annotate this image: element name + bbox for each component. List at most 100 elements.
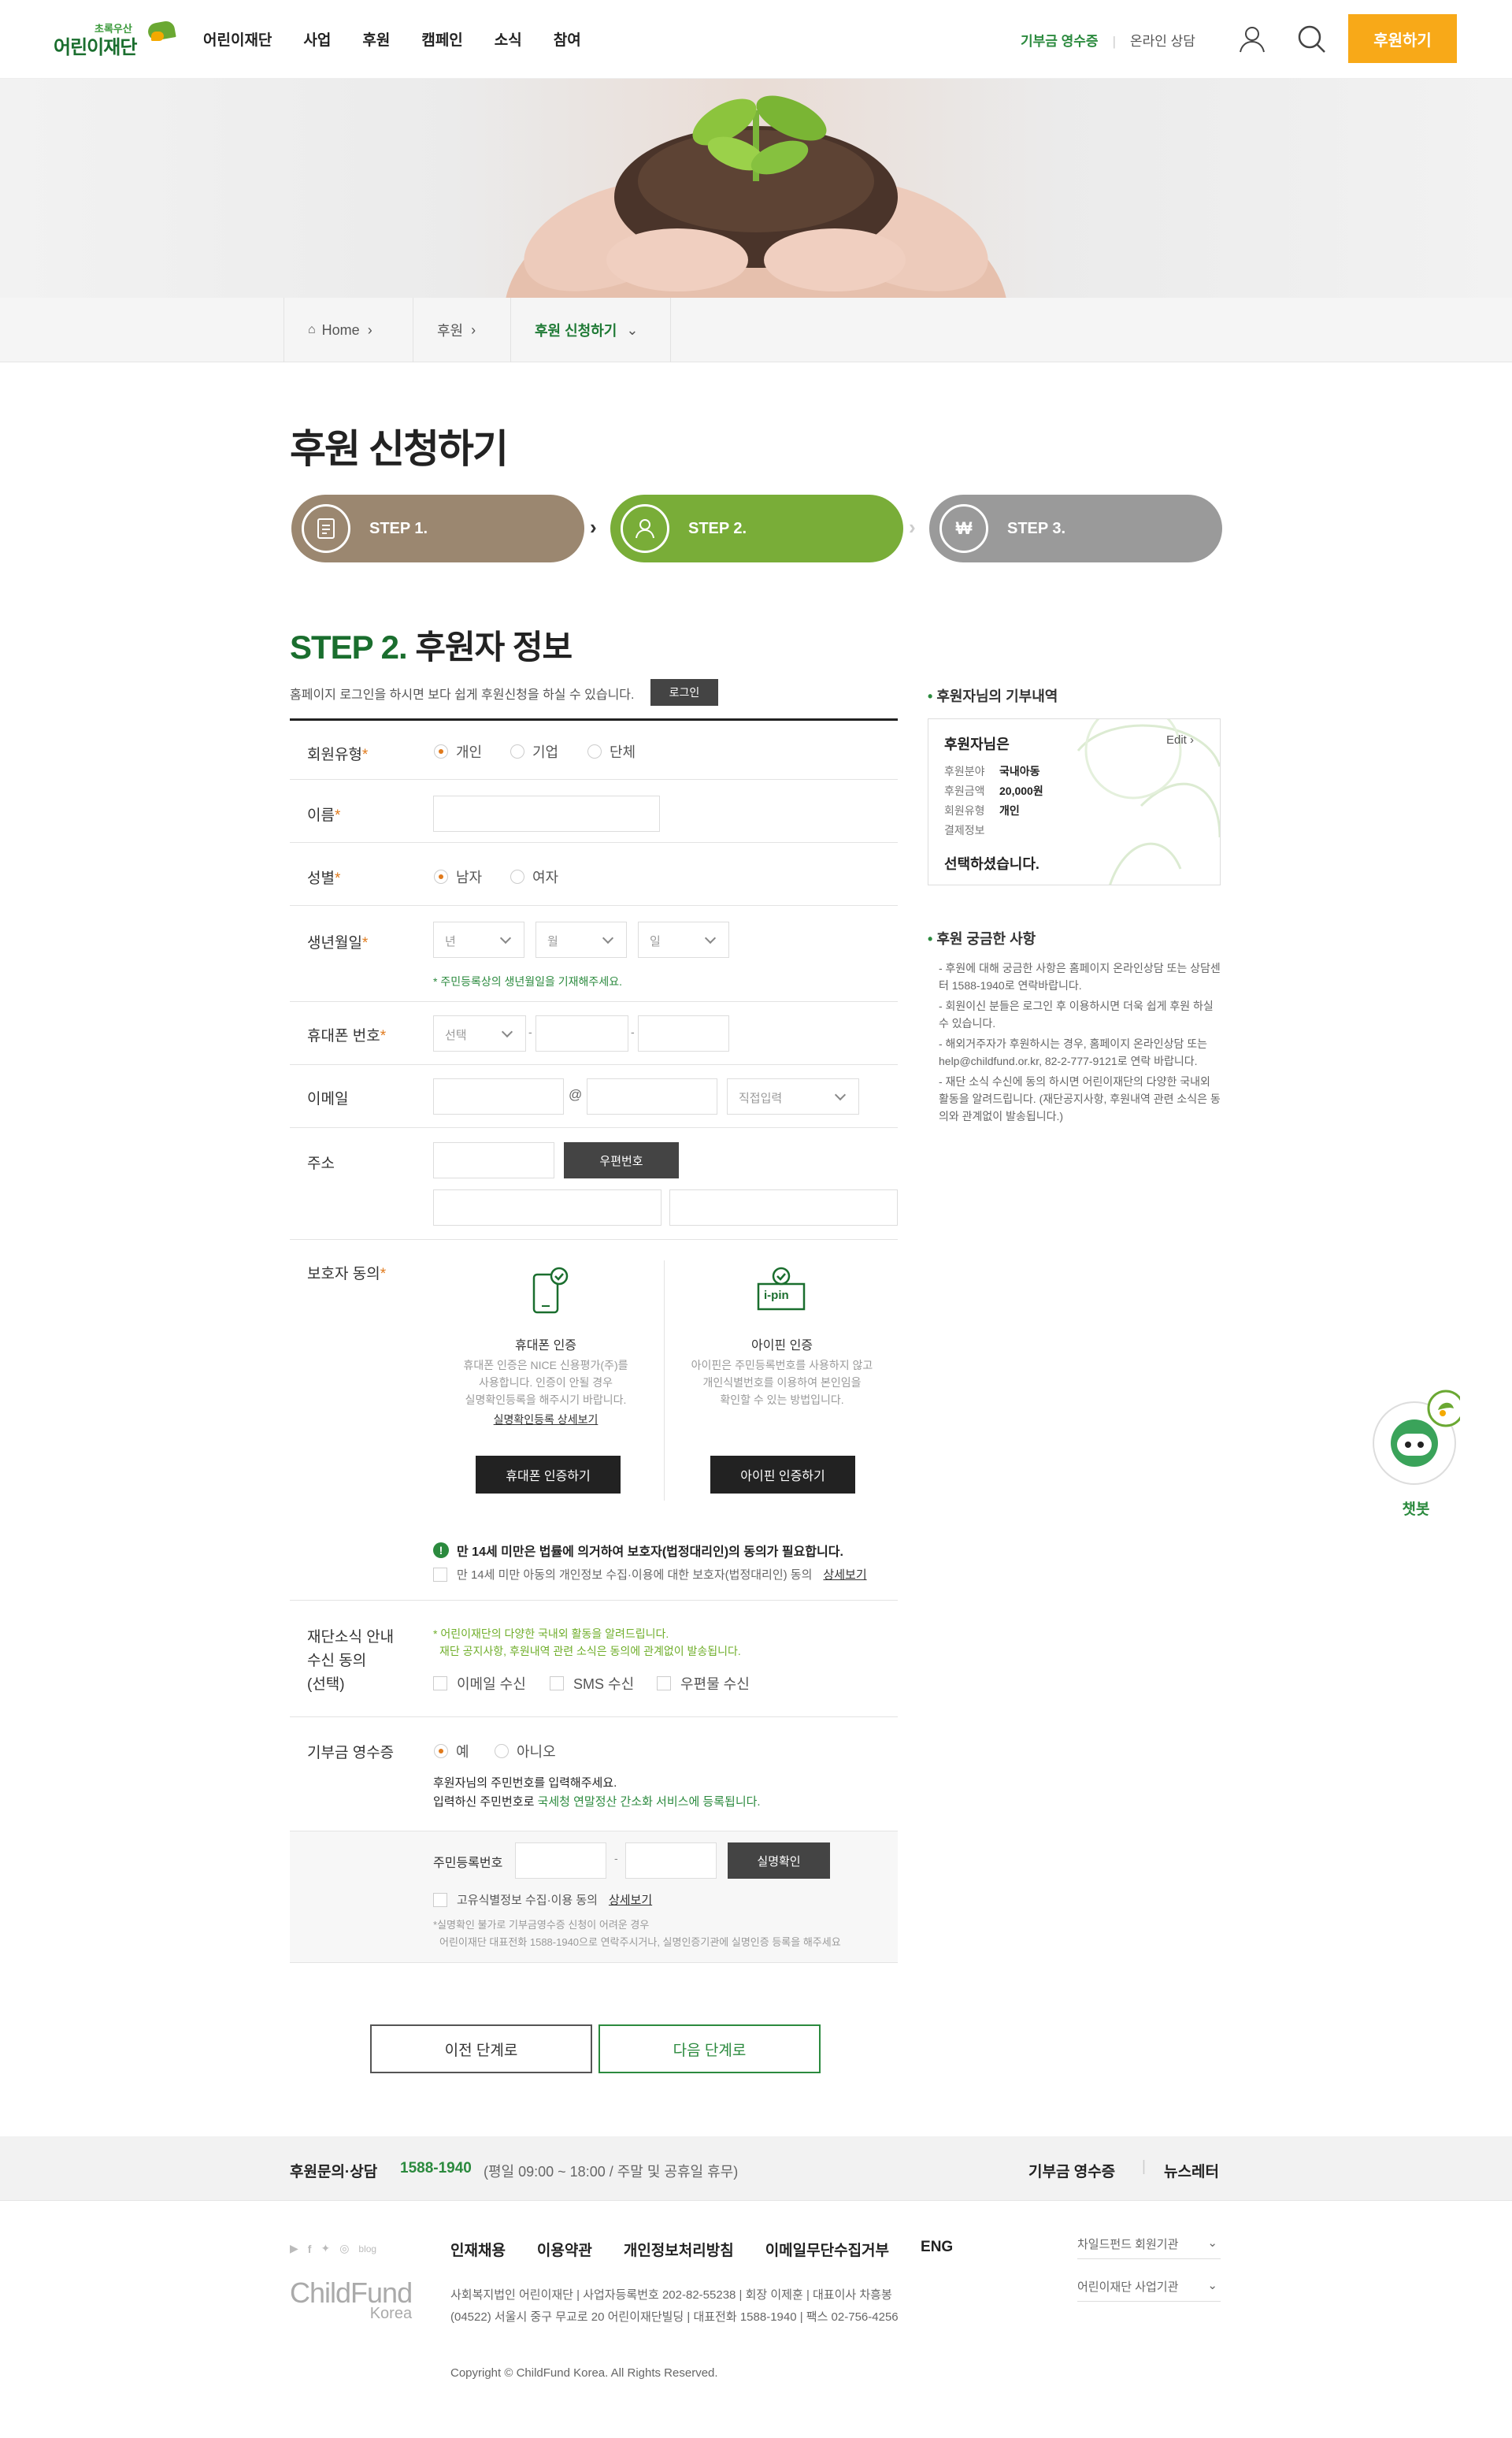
member-type-group[interactable]: 단체 (587, 741, 636, 762)
rrn-label: 주민등록번호 (433, 1857, 503, 1870)
address-detail-input[interactable] (669, 1189, 898, 1226)
instagram-icon[interactable]: ◎ (339, 2242, 349, 2255)
search-icon[interactable] (1296, 24, 1328, 55)
gender-female[interactable]: 여자 (510, 866, 558, 887)
footer-link-terms[interactable]: 이용약관 (537, 2239, 592, 2260)
birth-year-select[interactable]: 년 (433, 922, 524, 958)
rrn-back-input[interactable] (625, 1842, 717, 1879)
footer-receipt-link[interactable]: 기부금 영수증 (1028, 2160, 1115, 2181)
faq-item: - 후원에 대해 궁금한 사항은 홈페이지 온라인상담 또는 상담센터 1588… (939, 962, 1221, 992)
member-type-company[interactable]: 기업 (510, 741, 558, 762)
twitter-icon[interactable]: ✦ (321, 2242, 330, 2255)
nav-foundation[interactable]: 어린이재단 (203, 28, 272, 50)
prev-step-button[interactable]: 이전 단계로 (370, 2024, 592, 2073)
guardian-label: 보호자 동의* (307, 1266, 387, 1282)
phone-prefix-select[interactable]: 선택 (433, 1015, 526, 1052)
page-title: 후원 신청하기 (290, 427, 509, 471)
section-step-prefix: STEP 2. (290, 629, 408, 666)
gender-label: 성별* (307, 870, 341, 887)
breadcrumb-current[interactable]: 후원 신청하기 ⌄ (510, 298, 671, 362)
footer-info: 사회복지법인 어린이재단 | 사업자등록번호 202-82-55238 | 회장… (450, 2288, 899, 2324)
family-site-select-1[interactable]: 차일드펀드 회원기관 ⌄ (1077, 2236, 1221, 2259)
ipin-check-icon: i-pin (756, 1267, 808, 1319)
receipt-link[interactable]: 기부금 영수증 (1021, 34, 1099, 49)
phone-auth-desc: 휴대폰 인증은 NICE 신용평가(주)를 사용합니다. 인증이 안될 경우 실… (463, 1359, 628, 1406)
guardian-warning: ! 만 14세 미만은 법률에 의거하여 보호자(법정대리인)의 동의가 필요합… (433, 1541, 843, 1560)
rrn-front-input[interactable] (515, 1842, 606, 1879)
newsletter-label: 재단소식 안내 수신 동의 (선택) (307, 1629, 395, 1693)
email-id-input[interactable] (433, 1078, 564, 1115)
newsletter-mail-checkbox[interactable]: 우편물 수신 (657, 1673, 750, 1694)
phone-auth-button[interactable]: 휴대폰 인증하기 (476, 1456, 621, 1494)
util-links: 기부금 영수증 | 온라인 상담 (1021, 34, 1195, 49)
birth-month-select[interactable]: 월 (536, 922, 627, 958)
zip-code-input[interactable] (433, 1142, 554, 1178)
chatbot-widget[interactable]: 챗봇 (1372, 1380, 1465, 1522)
footer-newsletter-link[interactable]: 뉴스레터 (1164, 2160, 1219, 2181)
step-3: ₩ STEP 3. (929, 495, 1222, 562)
summary-row: 회원유형 개인 (944, 804, 1020, 817)
nav-news[interactable]: 소식 (495, 28, 522, 50)
user-icon[interactable] (1236, 24, 1268, 55)
member-type-individual[interactable]: 개인 (434, 741, 482, 762)
email-domain-input[interactable] (587, 1078, 717, 1115)
receipt-no[interactable]: 아니오 (495, 1741, 556, 1761)
blog-icon[interactable]: blog (358, 2243, 376, 2254)
site-logo[interactable]: 초록우산 어린이재단 (54, 20, 176, 60)
step-3-label: STEP 3. (1007, 519, 1066, 537)
phone-middle-input[interactable] (536, 1015, 628, 1052)
phone-auth-detail-link[interactable]: 실명확인등록 상세보기 (416, 1412, 676, 1427)
online-consult-link[interactable]: 온라인 상담 (1130, 34, 1195, 49)
phone-last-input[interactable] (638, 1015, 729, 1052)
footer-link-privacy[interactable]: 개인정보처리방침 (624, 2239, 734, 2260)
guardian-agree-detail-link[interactable]: 상세보기 (823, 1566, 866, 1583)
zip-code-button[interactable]: 우편번호 (564, 1142, 679, 1178)
receipt-yes[interactable]: 예 (434, 1741, 469, 1761)
email-domain-select[interactable]: 직접입력 (727, 1078, 859, 1115)
footer-consult-label: 후원문의·상담 (290, 2164, 378, 2180)
footer-link-recruit[interactable]: 인재채용 (450, 2239, 506, 2260)
unique-id-detail-link[interactable]: 상세보기 (609, 1891, 652, 1908)
birth-day-select[interactable]: 일 (638, 922, 729, 958)
row-name: 이름* (290, 780, 898, 843)
faq-item: - 재단 소식 수신에 동의 하시면 어린이재단의 다양한 국내외 활동을 알려… (939, 1075, 1221, 1123)
birth-note: * 주민등록상의 생년월일을 기재해주세요. (433, 975, 622, 988)
section-title-text: 후원자 정보 (415, 629, 573, 666)
family-site-select-2[interactable]: 어린이재단 사업기관 ⌄ (1077, 2278, 1221, 2302)
unique-id-consent-checkbox[interactable]: 고유식별정보 수집·이용 동의 상세보기 (433, 1891, 652, 1908)
breadcrumb-level1[interactable]: 후원 › (413, 298, 510, 362)
address-label: 주소 (307, 1156, 335, 1172)
youtube-icon[interactable]: ▶ (290, 2242, 298, 2255)
phone-auth-title: 휴대폰 인증 (514, 1339, 577, 1353)
breadcrumb-home[interactable]: ⌂ Home › (284, 298, 413, 362)
ipin-auth-button[interactable]: 아이핀 인증하기 (710, 1456, 855, 1494)
footer-link-email[interactable]: 이메일무단수집거부 (765, 2239, 889, 2260)
summary-row: 후원금액 20,000원 (944, 785, 1043, 797)
childfund-logo[interactable]: ChildFund Korea (290, 2277, 413, 2323)
row-newsletter-consent: 재단소식 안내 수신 동의 (선택) * 어린이재단의 다양한 국내외 활동을 … (290, 1601, 898, 1717)
nav-business[interactable]: 사업 (303, 28, 331, 50)
real-name-verify-button[interactable]: 실명확인 (728, 1842, 830, 1879)
login-button[interactable]: 로그인 (650, 679, 718, 706)
next-step-button[interactable]: 다음 단계로 (598, 2024, 821, 2073)
name-input[interactable] (433, 796, 660, 832)
facebook-icon[interactable]: f (308, 2243, 312, 2255)
main-nav: 어린이재단 사업 후원 캠페인 소식 참여 (203, 28, 581, 50)
nav-campaign[interactable]: 캠페인 (421, 28, 462, 50)
chatbot-icon (1373, 1390, 1465, 1485)
footer-link-eng[interactable]: ENG (921, 2239, 953, 2260)
summary-row: 결제정보 (944, 824, 985, 837)
guardian-agree-checkbox[interactable]: 만 14세 미만 아동의 개인정보 수집·이용에 대한 보호자(법정대리인) 동… (433, 1566, 867, 1583)
address-input[interactable] (433, 1189, 662, 1226)
nav-donate[interactable]: 후원 (362, 28, 390, 50)
header-donate-button[interactable]: 후원하기 (1348, 14, 1457, 63)
gender-male[interactable]: 남자 (434, 866, 482, 887)
newsletter-sms-checkbox[interactable]: SMS 수신 (550, 1673, 634, 1694)
nav-participate[interactable]: 참여 (554, 28, 581, 50)
home-icon: ⌂ (308, 323, 316, 336)
section-title: STEP 2. 후원자 정보 (290, 621, 573, 669)
summary-edit-link[interactable]: Edit › (1166, 733, 1194, 747)
phone-dash: - (631, 1026, 635, 1038)
newsletter-email-checkbox[interactable]: 이메일 수신 (433, 1673, 526, 1694)
footer-copyright: Copyright © ChildFund Korea. All Rights … (450, 2366, 718, 2380)
